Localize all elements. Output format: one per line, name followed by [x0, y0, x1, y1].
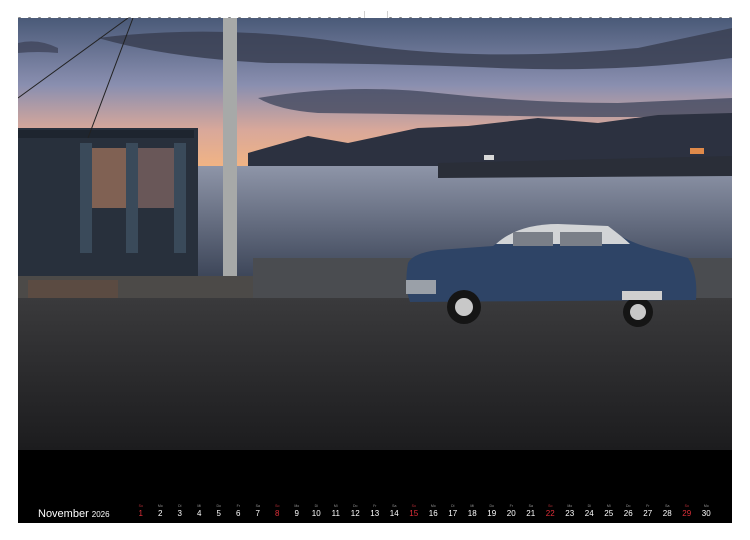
day-number: 2 — [158, 509, 163, 518]
day-cell: Fr 13 — [365, 503, 385, 523]
day-number: 24 — [584, 509, 594, 518]
day-cell: Mo 16 — [424, 503, 444, 523]
day-cell: Di 24 — [580, 503, 600, 523]
day-number: 11 — [331, 509, 340, 518]
day-number: 10 — [311, 509, 321, 518]
day-number: 9 — [294, 509, 299, 518]
day-cell: Sa 28 — [658, 503, 678, 523]
day-cell: Mo 23 — [560, 503, 580, 523]
day-number: 30 — [701, 509, 711, 518]
day-number: 6 — [236, 509, 241, 518]
month-year: 2026 — [91, 510, 110, 519]
day-number: 27 — [643, 509, 653, 518]
calendar-sheet: November 2026 So 1 Mo 2 Di 3 Mi 4 Do 5 Fr 6 Sa 7 So 8 Mo 9… — [18, 18, 732, 523]
day-number: 22 — [545, 509, 555, 518]
day-number: 21 — [526, 509, 536, 518]
day-cell: Di 10 — [307, 503, 327, 523]
day-cell: Do 26 — [619, 503, 639, 523]
day-number: 25 — [604, 509, 614, 518]
day-cell: Mi 18 — [463, 503, 483, 523]
day-number: 20 — [506, 509, 516, 518]
day-cell: Do 19 — [482, 503, 502, 523]
day-number: 3 — [177, 509, 182, 518]
day-cell: So 8 — [268, 503, 288, 523]
day-cell: So 29 — [677, 503, 697, 523]
day-cell: So 22 — [541, 503, 561, 523]
day-cell: Sa 14 — [385, 503, 405, 523]
day-cell: Do 5 — [209, 503, 229, 523]
month-label: November 2026 — [38, 509, 110, 520]
day-cell: Fr 20 — [502, 503, 522, 523]
day-cell: Sa 7 — [248, 503, 268, 523]
day-strip: So 1 Mo 2 Di 3 Mi 4 Do 5 Fr 6 Sa 7 So 8 Mo 9 Di 10 Mi 11 Do 12 F… — [131, 503, 716, 523]
day-number: 26 — [623, 509, 633, 518]
day-number: 23 — [565, 509, 575, 518]
day-number: 8 — [275, 509, 280, 518]
day-number: 19 — [487, 509, 497, 518]
day-number: 29 — [682, 509, 692, 518]
day-cell: Do 12 — [346, 503, 366, 523]
day-number: 5 — [216, 509, 221, 518]
day-number: 16 — [428, 509, 438, 518]
calendar-caption-bar: November 2026 So 1 Mo 2 Di 3 Mi 4 Do 5 Fr 6 Sa 7 So 8 Mo 9… — [18, 450, 732, 523]
day-number: 14 — [389, 509, 399, 518]
day-cell: Fr 6 — [229, 503, 249, 523]
day-cell: So 15 — [404, 503, 424, 523]
day-cell: Di 17 — [443, 503, 463, 523]
sunset-harbor-vintage-car-image — [18, 18, 732, 450]
day-number: 12 — [350, 509, 360, 518]
day-number: 1 — [138, 509, 143, 518]
day-number: 7 — [255, 509, 260, 518]
day-number: 13 — [370, 509, 380, 518]
day-number: 17 — [448, 509, 458, 518]
day-cell: So 1 — [131, 503, 151, 523]
day-number: 28 — [662, 509, 672, 518]
month-name: November — [38, 508, 89, 520]
day-cell: Mi 25 — [599, 503, 619, 523]
day-number: 4 — [197, 509, 202, 518]
day-cell: Mo 9 — [287, 503, 307, 523]
day-cell: Sa 21 — [521, 503, 541, 523]
day-cell: Mi 4 — [190, 503, 210, 523]
day-cell: Di 3 — [170, 503, 190, 523]
day-cell: Fr 27 — [638, 503, 658, 523]
calendar-photo — [18, 18, 732, 450]
day-cell: Mo 2 — [151, 503, 171, 523]
day-cell: Mo 30 — [697, 503, 717, 523]
day-cell: Mi 11 — [326, 503, 346, 523]
day-number: 18 — [467, 509, 477, 518]
day-number: 15 — [409, 509, 419, 518]
